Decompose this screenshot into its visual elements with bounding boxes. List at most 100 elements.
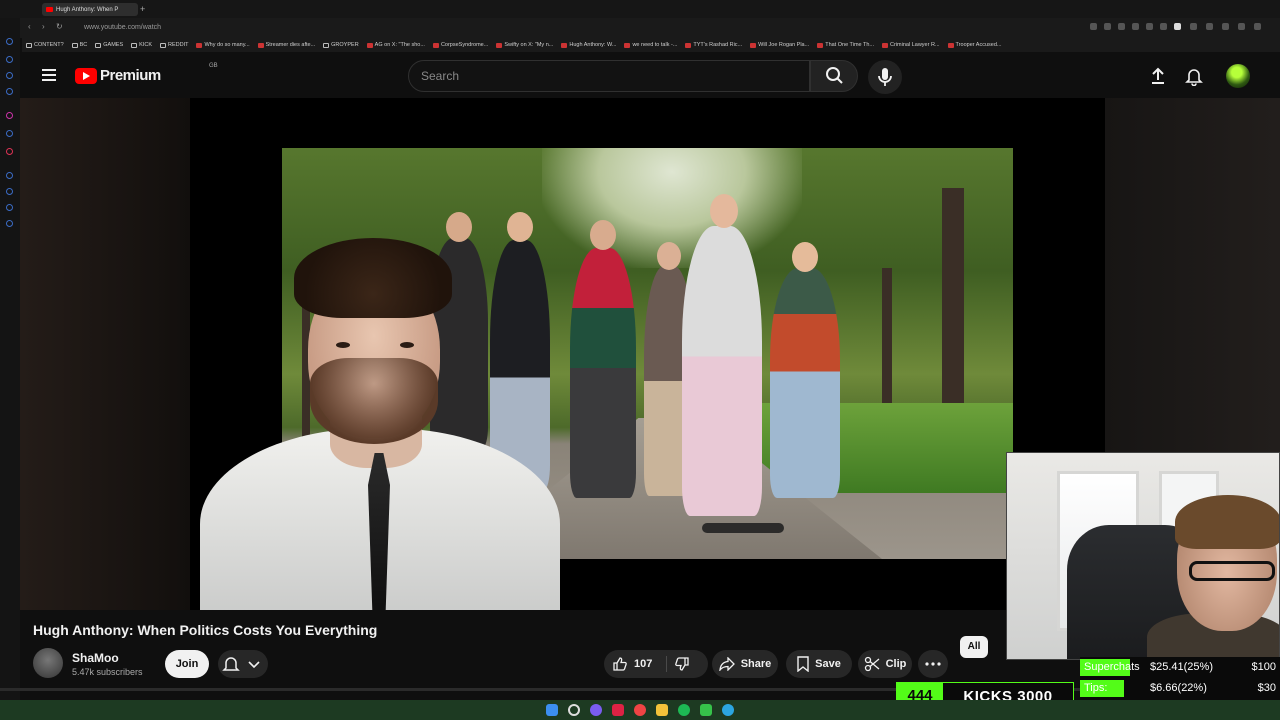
bookmark-item[interactable]: GROYPER	[323, 42, 359, 48]
sidebar-app-icon[interactable]	[6, 188, 13, 195]
search-button[interactable]	[810, 60, 858, 92]
folder-icon	[95, 42, 102, 48]
more-horizontal-icon	[925, 662, 941, 666]
bookmark-favicon-icon	[561, 42, 568, 48]
telegram-icon[interactable]	[722, 704, 734, 716]
bookmark-item[interactable]: Trooper Accused...	[947, 42, 1002, 48]
clip-button[interactable]: Clip	[858, 650, 912, 678]
presenter-hair	[294, 238, 452, 318]
heart-icon[interactable]	[1174, 23, 1181, 30]
messenger-icon[interactable]	[6, 130, 13, 137]
chrome-icon[interactable]	[634, 704, 646, 716]
bookmark-favicon-icon	[257, 42, 264, 48]
logo-text: Premium	[100, 67, 161, 84]
instagram-icon[interactable]	[6, 148, 13, 155]
extension-icon[interactable]	[1206, 23, 1213, 30]
more-actions-button[interactable]	[918, 650, 948, 678]
sidebar-app-icon[interactable]	[6, 38, 13, 45]
extension-icon[interactable]	[1104, 23, 1111, 30]
browser-app-icon[interactable]	[590, 704, 602, 716]
bookmark-item[interactable]: CorpseSyndrome...	[432, 42, 488, 48]
back-arrow-icon[interactable]: ‹	[28, 22, 31, 31]
presenter-beard	[310, 358, 438, 444]
bookmark-label: BC	[79, 42, 88, 48]
sidebar-app-icon[interactable]	[6, 88, 13, 95]
bookmark-item[interactable]: CONTENT?	[26, 42, 64, 48]
save-button[interactable]: Save	[786, 650, 852, 678]
reload-icon[interactable]: ↻	[56, 22, 63, 31]
extension-icon[interactable]	[1132, 23, 1139, 30]
browser-address-bar: ‹ › ↻ www.youtube.com/watch	[0, 18, 1280, 38]
bookmark-item[interactable]: REDDIT	[160, 42, 188, 48]
search-icon[interactable]	[568, 704, 580, 716]
subscription-bell-button[interactable]	[218, 650, 268, 678]
upload-icon[interactable]	[1148, 66, 1168, 86]
bookmark-item[interactable]: That One Time Th...	[817, 42, 874, 48]
bookmark-label: Trooper Accused...	[955, 42, 1002, 48]
bookmark-item[interactable]: we need to talk -...	[624, 42, 677, 48]
bookmark-item[interactable]: GAMES	[95, 42, 123, 48]
sidebar-app-icon[interactable]	[6, 112, 13, 119]
dislike-button[interactable]	[674, 656, 690, 672]
account-avatar[interactable]	[1226, 64, 1250, 88]
bookmark-label: REDDIT	[168, 42, 189, 48]
screen: Hugh Anthony: When P + ‹ › ↻ www.youtube…	[0, 0, 1280, 720]
bookmark-item[interactable]: Criminal Lawyer R...	[882, 42, 940, 48]
browser-tab-active[interactable]: Hugh Anthony: When P	[42, 3, 138, 16]
extension-icon[interactable]	[1118, 23, 1125, 30]
bookmark-item[interactable]: Hugh Anthony: W...	[561, 42, 616, 48]
zoom-icon[interactable]	[1090, 23, 1097, 30]
shield-icon[interactable]	[1146, 23, 1153, 30]
sidebar-app-icon[interactable]	[6, 72, 13, 79]
folder-icon	[323, 42, 330, 48]
spotify-icon[interactable]	[678, 704, 690, 716]
bookmark-label: That One Time Th...	[825, 42, 875, 48]
bookmark-item[interactable]: Will Joe Rogan Pla...	[750, 42, 809, 48]
sidebar-app-icon[interactable]	[6, 56, 13, 63]
scene-person	[682, 194, 762, 516]
menu-icon[interactable]	[42, 69, 56, 81]
folder-icon	[160, 42, 166, 48]
windows-start-icon[interactable]	[546, 704, 558, 716]
bookmark-item[interactable]: Streamer dies afte...	[257, 42, 316, 48]
youtube-premium-logo[interactable]: Premium GB	[75, 63, 218, 84]
url-field[interactable]: www.youtube.com/watch	[84, 24, 161, 31]
subscriber-count: 5.47k subscribers	[72, 667, 143, 677]
bookmark-item[interactable]: AG on X: "The sho...	[366, 42, 425, 48]
file-explorer-icon[interactable]	[656, 704, 668, 716]
bookmark-item[interactable]: Why do so many...	[196, 42, 250, 48]
bookmark-label: AG on X: "The sho...	[374, 42, 425, 48]
ai-icon[interactable]	[1238, 23, 1245, 30]
play-icon[interactable]	[1160, 23, 1167, 30]
scene-person-head	[657, 242, 681, 270]
app-icon[interactable]	[700, 704, 712, 716]
voice-search-button[interactable]	[868, 60, 902, 94]
sidebar-app-icon[interactable]	[6, 204, 13, 211]
sidebar-app-icon[interactable]	[6, 172, 13, 179]
opera-icon[interactable]	[612, 704, 624, 716]
download-icon[interactable]	[1222, 23, 1229, 30]
bookmark-label: Streamer dies afte...	[265, 42, 316, 48]
share-button[interactable]: Share	[712, 650, 778, 678]
new-tab-button[interactable]: +	[140, 3, 145, 15]
thumbs-down-icon	[675, 657, 689, 671]
filter-chip-all[interactable]: All	[960, 636, 988, 658]
goal-target: $100	[1251, 661, 1276, 673]
extension-icon[interactable]	[1190, 23, 1197, 30]
bookmark-item[interactable]: TYT's Rashad Ric...	[685, 42, 742, 48]
notifications-bell-icon[interactable]	[1184, 66, 1204, 86]
search-input[interactable]: Search	[408, 60, 810, 92]
like-button[interactable]: 107	[612, 656, 652, 672]
channel-name[interactable]: ShaMoo	[72, 651, 119, 665]
settings-icon[interactable]	[6, 220, 13, 227]
bookmark-item[interactable]: Swifty on X: "My n...	[496, 42, 553, 48]
forward-arrow-icon[interactable]: ›	[42, 22, 45, 31]
bookmark-label: Swifty on X: "My n...	[504, 42, 554, 48]
folder-icon	[131, 42, 138, 48]
join-button[interactable]: Join	[165, 650, 209, 678]
menu-icon[interactable]	[1254, 23, 1261, 30]
bookmark-item[interactable]: KICK	[131, 42, 152, 48]
bookmark-item[interactable]: BC	[71, 42, 88, 48]
bookmarks-bar: CONTENT? BC GAMES KICK REDDIT Why do so many.…	[22, 38, 1280, 52]
channel-avatar[interactable]	[33, 648, 63, 678]
